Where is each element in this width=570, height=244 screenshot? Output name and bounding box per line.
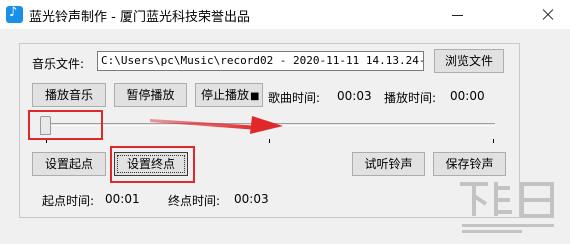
stop-playback-button[interactable]: 停止播放■	[195, 83, 263, 107]
music-note-icon	[6, 5, 23, 23]
slider-highlight-box	[28, 110, 103, 140]
pause-playback-button[interactable]: 暂停播放	[114, 83, 187, 107]
stop-playback-label: 停止播放	[201, 88, 250, 102]
set-end-highlight-box	[110, 146, 195, 183]
song-time-label: 歌曲时间:	[268, 91, 321, 105]
play-music-button[interactable]: 播放音乐	[32, 83, 106, 107]
watermark-logo	[460, 182, 554, 233]
song-time-value: 00:03	[337, 89, 372, 103]
slider-tick	[269, 139, 270, 143]
red-arrow-icon	[150, 116, 283, 134]
stop-icon: ■	[250, 91, 260, 102]
play-time-label: 播放时间:	[384, 91, 437, 105]
close-icon[interactable]	[525, 0, 570, 29]
music-file-path-field[interactable]: C:\Users\pc\Music\record02 - 2020-11-11 …	[97, 51, 424, 71]
window-title: 蓝光铃声制作 - 厦门蓝光科技荣誉出品	[29, 10, 250, 25]
browse-file-button[interactable]: 浏览文件	[434, 49, 504, 73]
start-time-label: 起点时间:	[42, 194, 95, 208]
preview-ringtone-button[interactable]: 试听铃声	[352, 152, 425, 176]
app-window: 蓝光铃声制作 - 厦门蓝光科技荣誉出品 音乐文件: C:\Users\pc\Mu…	[0, 0, 570, 244]
end-time-label: 终点时间:	[168, 194, 221, 208]
end-time-value: 00:03	[234, 192, 269, 206]
slider-tick	[493, 139, 494, 143]
title-bar: 蓝光铃声制作 - 厦门蓝光科技荣誉出品	[0, 0, 570, 29]
start-time-value: 00:01	[105, 192, 140, 206]
music-file-label: 音乐文件:	[32, 57, 85, 71]
save-ringtone-button[interactable]: 保存铃声	[433, 152, 506, 176]
play-time-value: 00:00	[450, 89, 485, 103]
set-start-button[interactable]: 设置起点	[32, 152, 106, 176]
minimize-icon[interactable]	[435, 0, 480, 29]
